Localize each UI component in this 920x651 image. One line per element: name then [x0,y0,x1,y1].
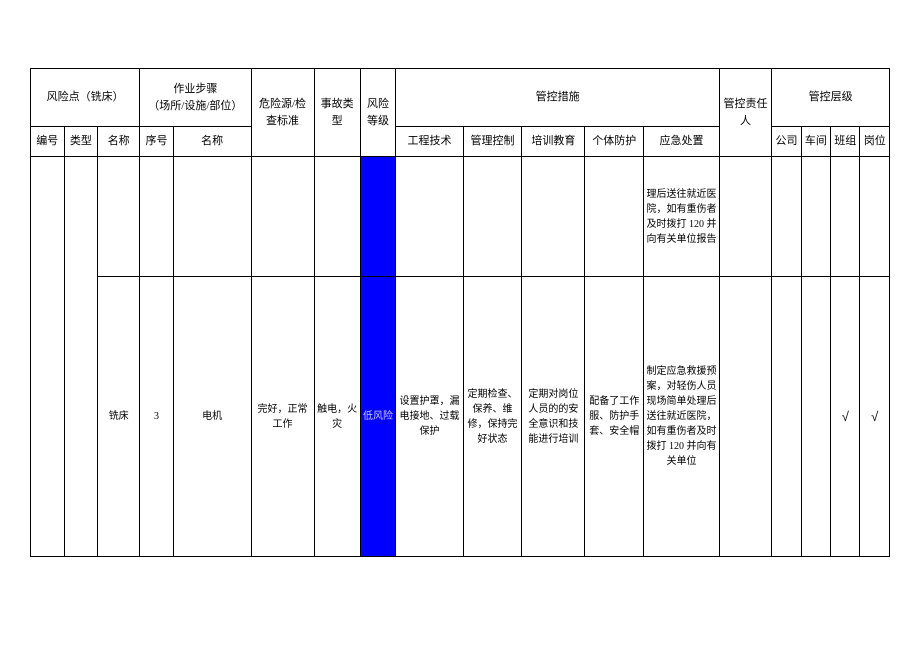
cell-risk-level [360,157,396,277]
th-seq: 序号 [140,127,174,157]
cell-no [31,157,65,557]
cell-step-name [173,157,251,277]
th-train: 培训教育 [522,127,585,157]
cell-workshop [801,277,830,557]
cell-eng [396,157,463,277]
th-ppe: 个体防护 [585,127,644,157]
table-row: 铣床 3 电机 完好，正常工作 触电，火灾 低风险 设置护罩，漏电接地、过载保护… [31,277,890,557]
cell-name: 铣床 [98,277,140,557]
cell-step-name: 电机 [173,277,251,557]
th-responsible: 管控责任人 [719,69,772,157]
cell-emerg: 理后送往就近医院，如有重伤者及时拨打 120 并向有关单位报告 [644,157,720,277]
th-company: 公司 [772,127,801,157]
cell-risk-level: 低风险 [360,277,396,557]
th-team: 班组 [831,127,860,157]
cell-seq [140,157,174,277]
th-emerg: 应急处置 [644,127,720,157]
th-name: 名称 [98,127,140,157]
cell-accident [314,157,360,277]
cell-name [98,157,140,277]
cell-hazard [251,157,314,277]
cell-eng: 设置护罩，漏电接地、过载保护 [396,277,463,557]
risk-table: 风险点（铣床） 作业步骤 （场所/设施/部位） 危险源/检查标准 事故类型 风险… [30,68,890,557]
th-accident: 事故类型 [314,69,360,157]
th-work-steps: 作业步骤 （场所/设施/部位） [140,69,251,127]
cell-team: √ [831,277,860,557]
cell-ppe: 配备了工作服、防护手套、安全帽 [585,277,644,557]
th-no: 编号 [31,127,65,157]
cell-post: √ [860,277,890,557]
cell-responsible [719,157,772,277]
cell-mgmt: 定期检查、保养、维修，保持完好状态 [463,277,522,557]
cell-train [522,157,585,277]
th-eng: 工程技术 [396,127,463,157]
cell-ppe [585,157,644,277]
cell-type [64,157,98,557]
cell-accident: 触电，火灾 [314,277,360,557]
cell-workshop [801,157,830,277]
cell-company [772,277,801,557]
th-risk-point: 风险点（铣床） [31,69,140,127]
cell-post [860,157,890,277]
cell-company [772,157,801,277]
cell-train: 定期对岗位人员的的安全意识和技能进行培训 [522,277,585,557]
cell-seq: 3 [140,277,174,557]
th-risk-level: 风险等级 [360,69,396,157]
th-controls: 管控措施 [396,69,719,127]
cell-mgmt [463,157,522,277]
th-type: 类型 [64,127,98,157]
cell-responsible [719,277,772,557]
cell-hazard: 完好，正常工作 [251,277,314,557]
th-mgmt: 管理控制 [463,127,522,157]
th-step-name: 名称 [173,127,251,157]
th-control-level: 管控层级 [772,69,890,127]
cell-team [831,157,860,277]
th-post: 岗位 [860,127,890,157]
table-row: 理后送往就近医院，如有重伤者及时拨打 120 并向有关单位报告 [31,157,890,277]
th-hazard: 危险源/检查标准 [251,69,314,157]
cell-emerg: 制定应急救援预案，对轻伤人员现场简单处理后送往就近医院，如有重伤者及时拨打 12… [644,277,720,557]
th-workshop: 车间 [801,127,830,157]
